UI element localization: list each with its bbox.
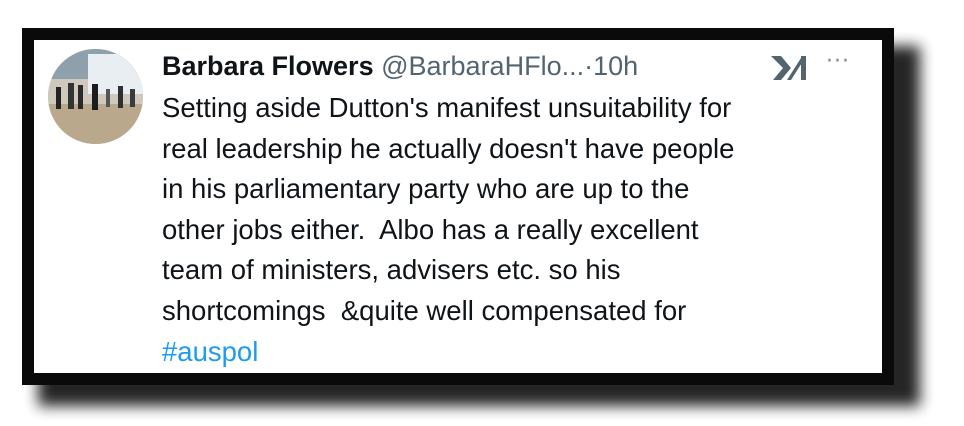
xai-grok-icon[interactable] [769,52,809,82]
tweet-text-line: Setting aside Dutton's manifest unsuitab… [162,92,732,123]
tweet-text-line: real leadership he actually doesn't have… [162,132,735,164]
screenshot-stage: Barbara Flowers @BarbaraHFlo...·10h ··· … [0,0,964,426]
tweet-header: Barbara Flowers @BarbaraHFlo...·10h [162,46,862,86]
tweet-text-line: team of ministers, advisers etc. so his [162,254,621,286]
author-name[interactable]: Barbara Flowers [162,51,374,81]
avatar[interactable] [48,49,143,144]
separator-dot: · [584,51,594,81]
tweet-card[interactable]: Barbara Flowers @BarbaraHFlo...·10h ··· … [34,40,882,373]
hashtag-link[interactable]: #auspol [162,332,877,373]
tweet-text-line: shortcomings &quite well compensated for [162,294,687,326]
author-handle[interactable]: @BarbaraHFlo... [381,51,584,81]
more-icon[interactable]: ··· [826,51,860,76]
tweet-text-line: other jobs either. Albo has a really exc… [162,213,699,245]
tweet-text: Setting aside Dutton's manifest unsuitab… [162,88,877,372]
timestamp[interactable]: 10h [593,51,638,81]
tweet-text-line: in his parliamentary party who are up to… [162,173,690,205]
